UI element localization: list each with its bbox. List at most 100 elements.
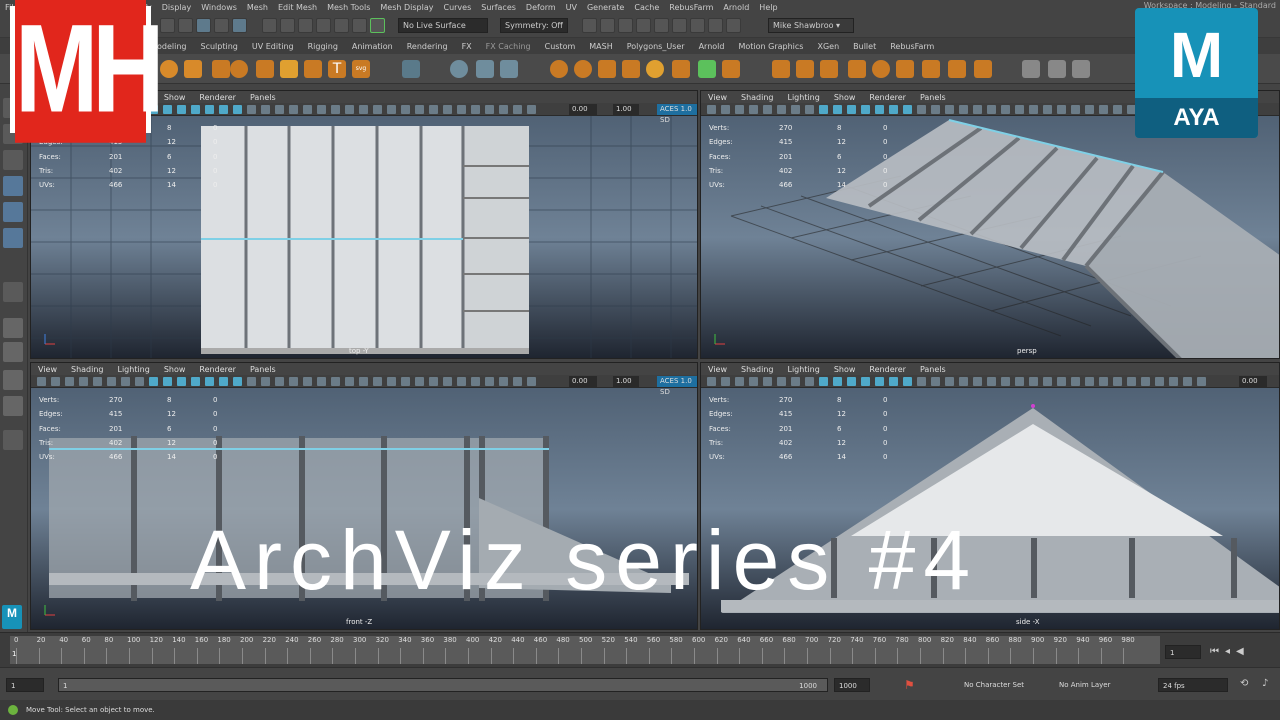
panel-tool-icon[interactable] [387,105,396,114]
panel-tool-icon[interactable] [233,377,242,386]
panel-menu-item[interactable]: Renderer [192,93,243,102]
panel-tool-icon[interactable] [415,377,424,386]
panel-tool-icon[interactable] [345,377,354,386]
panel-tool-icon[interactable] [805,105,814,114]
panel-tool-icon[interactable] [721,105,730,114]
insert-loop-icon[interactable] [848,60,866,78]
torus-icon[interactable] [230,60,248,78]
sphere-icon[interactable] [160,60,178,78]
multi-cut-icon[interactable] [772,60,790,78]
menu-item[interactable]: Mesh Tools [322,3,375,12]
menu-item[interactable]: Arnold [718,3,754,12]
shelf-tab[interactable]: FX Caching [479,42,538,51]
render-settings-icon[interactable] [618,18,633,33]
panel-menu-item[interactable]: Lighting [780,365,826,374]
panel-tool-icon[interactable] [917,377,926,386]
panel-tool-icon[interactable] [805,377,814,386]
panel-tool-icon[interactable] [763,105,772,114]
snap-surface-icon[interactable] [316,18,331,33]
magnet-icon[interactable] [370,18,385,33]
menu-item[interactable]: UV [561,3,582,12]
panel-tool-icon[interactable] [1001,105,1010,114]
extrude-icon[interactable] [598,60,616,78]
panel-tool-icon[interactable] [499,377,508,386]
platonic-icon[interactable] [256,60,274,78]
panel-menu-item[interactable]: Panels [243,365,283,374]
panel-menu-item[interactable]: Show [827,365,863,374]
panel-tool-icon[interactable] [931,377,940,386]
panel-tool-icon[interactable] [819,377,828,386]
arnold-render-icon[interactable] [690,18,705,33]
panel-tool-icon[interactable] [1155,377,1164,386]
end-frame-field[interactable]: 1000 [834,678,870,692]
panel-tool-icon[interactable] [1071,377,1080,386]
panel-menu-item[interactable]: Renderer [862,365,913,374]
panel-tool-icon[interactable] [443,105,452,114]
combine-icon[interactable] [450,60,468,78]
paint-select-icon[interactable] [232,18,247,33]
panel-tool-icon[interactable] [233,105,242,114]
panel-menu-item[interactable]: Shading [734,93,781,102]
panel-tool-icon[interactable] [93,377,102,386]
menu-item[interactable]: Windows [196,3,242,12]
panel-tool-icon[interactable] [37,377,46,386]
shelf-tab[interactable]: RebusFarm [883,42,941,51]
panel-tool-icon[interactable] [833,377,842,386]
panel-tool-icon[interactable] [889,377,898,386]
panel-tool-icon[interactable] [359,377,368,386]
panel-tool-icon[interactable] [79,377,88,386]
snap-point-icon[interactable] [280,18,295,33]
shelf-tab[interactable]: Animation [345,42,400,51]
panel-tool-icon[interactable] [401,105,410,114]
select-tool-icon[interactable] [196,18,211,33]
panel-tool-icon[interactable] [1085,105,1094,114]
panel-tool-icon[interactable] [1085,377,1094,386]
panel-tool-icon[interactable] [819,105,828,114]
sculpt-icon[interactable] [1022,60,1040,78]
panel-tool-icon[interactable] [485,105,494,114]
panel-menu-item[interactable]: Panels [913,93,953,102]
panel-tool-icon[interactable] [931,105,940,114]
panel-tool-icon[interactable] [415,105,424,114]
pencil-icon[interactable] [1072,60,1090,78]
panel-menu-item[interactable]: Shading [734,365,781,374]
panel-tool-icon[interactable] [247,377,256,386]
shelf-tab[interactable]: Polygons_User [620,42,692,51]
panel-tool-icon[interactable] [373,105,382,114]
circularize-icon[interactable] [922,60,940,78]
append-icon[interactable] [698,60,716,78]
start-frame-field[interactable]: 1 [6,678,44,692]
gamma-field[interactable]: 1.00 [613,104,639,115]
panel-tool-icon[interactable] [219,377,228,386]
exposure-field[interactable]: 0.00 [569,104,597,115]
panel-tool-icon[interactable] [513,377,522,386]
offset-loop-icon[interactable] [872,60,890,78]
panel-tool-icon[interactable] [1113,377,1122,386]
panel-tool-icon[interactable] [303,105,312,114]
menu-item[interactable]: Cache [629,3,664,12]
auto-key-icon[interactable]: ⚑ [904,678,915,692]
panel-tool-icon[interactable] [373,377,382,386]
crease-icon[interactable] [896,60,914,78]
panel-tool-icon[interactable] [191,377,200,386]
snap-curve-icon[interactable] [262,18,277,33]
shelf-tab[interactable]: Rendering [400,42,455,51]
shelf-tab[interactable]: Motion Graphics [731,42,810,51]
shelf-tab[interactable]: UV Editing [245,42,301,51]
panel-tool-icon[interactable] [51,377,60,386]
panel-tool-icon[interactable] [135,377,144,386]
user-account-dropdown[interactable]: Mike Shawbroo ▾ [768,18,854,33]
panel-tool-icon[interactable] [1029,377,1038,386]
panel-tool-icon[interactable] [959,377,968,386]
scale-tool-icon[interactable] [3,228,23,248]
four-pane-icon[interactable] [3,342,23,362]
panel-tool-icon[interactable] [289,377,298,386]
panel-tool-icon[interactable] [527,105,536,114]
panel-tool-icon[interactable] [749,377,758,386]
panel-tool-icon[interactable] [443,377,452,386]
gamma-field[interactable]: 1.00 [613,376,639,387]
panel-tool-icon[interactable] [1015,377,1024,386]
panel-tool-icon[interactable] [275,105,284,114]
undo-icon[interactable] [160,18,175,33]
panel-tool-icon[interactable] [345,105,354,114]
